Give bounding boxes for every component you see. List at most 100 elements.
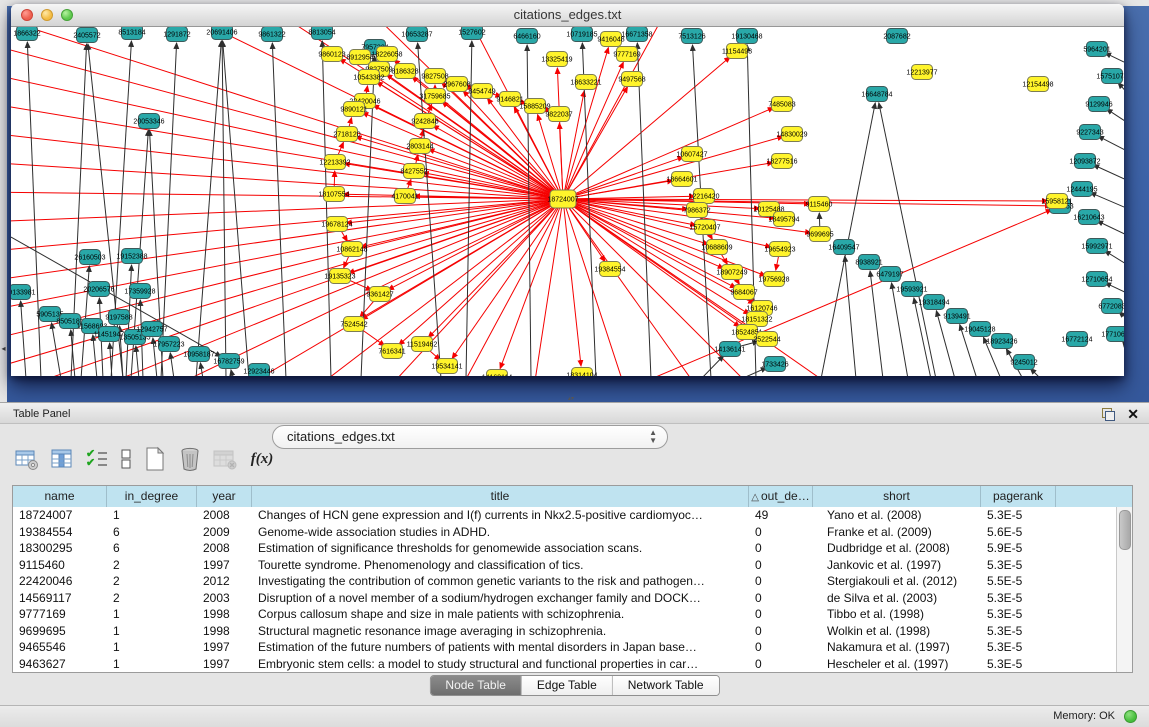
table-row[interactable]: 1456911722003Disruption of a novel membe… xyxy=(13,590,1117,607)
cell-in_degree[interactable]: 1 xyxy=(107,639,197,656)
cell-year[interactable]: 1997 xyxy=(197,639,252,656)
cell-pagerank[interactable]: 5.6E-5 xyxy=(981,524,1056,541)
cell-name[interactable]: 18300295 xyxy=(13,540,107,557)
tab-network-table[interactable]: Network Table xyxy=(613,676,719,695)
column-header-year[interactable]: year xyxy=(197,486,252,507)
cell-in_degree[interactable]: 2 xyxy=(107,590,197,607)
cell-name[interactable]: 9699695 xyxy=(13,623,107,640)
graph-edge[interactable] xyxy=(1097,221,1124,237)
network-graph-canvas[interactable]: 1866322240557285131841291872206914069861… xyxy=(11,27,1124,376)
graph-edge[interactable] xyxy=(557,68,563,199)
graph-edge[interactable] xyxy=(196,41,221,376)
table-row[interactable]: 1938455462009Genome-wide association stu… xyxy=(13,524,1117,541)
cell-in_degree[interactable]: 2 xyxy=(107,557,197,574)
cell-pagerank[interactable]: 5.3E-5 xyxy=(981,656,1056,673)
cell-name[interactable]: 9465546 xyxy=(13,639,107,656)
zoom-window-button[interactable] xyxy=(61,9,73,21)
graph-edge[interactable] xyxy=(11,192,563,199)
minimize-window-button[interactable] xyxy=(41,9,53,21)
graph-edge[interactable] xyxy=(21,301,26,376)
cell-title[interactable]: Investigating the contribution of common… xyxy=(252,573,749,590)
cell-title[interactable]: Embryonic stem cells: a model to study s… xyxy=(252,656,749,673)
cell-title[interactable]: Disruption of a novel member of a sodium… xyxy=(252,590,749,607)
table-panel-header[interactable]: Table Panel ✕ xyxy=(0,402,1149,424)
graph-edge[interactable] xyxy=(110,343,112,376)
graph-edge[interactable] xyxy=(1098,136,1124,153)
cell-name[interactable]: 9115460 xyxy=(13,557,107,574)
cell-pagerank[interactable]: 5.3E-5 xyxy=(981,557,1056,574)
scrollbar-thumb[interactable] xyxy=(1119,510,1131,550)
tab-node-table[interactable]: Node Table xyxy=(430,676,522,695)
cell-name[interactable]: 9777169 xyxy=(13,606,107,623)
cell-year[interactable]: 1998 xyxy=(197,606,252,623)
cell-in_degree[interactable]: 1 xyxy=(107,507,197,524)
cell-in_degree[interactable]: 1 xyxy=(107,606,197,623)
graph-edge[interactable] xyxy=(1123,341,1124,352)
column-header-title[interactable]: title xyxy=(252,486,749,507)
cell-title[interactable]: Corpus callosum shape and size in male p… xyxy=(252,606,749,623)
cell-pagerank[interactable]: 5.3E-5 xyxy=(981,639,1056,656)
cell-pagerank[interactable]: 5.3E-5 xyxy=(981,507,1056,524)
cell-year[interactable]: 2008 xyxy=(197,540,252,557)
network-graph[interactable]: 1866322240557285131841291872206914069861… xyxy=(11,27,1124,376)
graph-edge[interactable] xyxy=(1090,193,1124,210)
table-row[interactable]: 946554611997Estimation of the future num… xyxy=(13,639,1117,656)
graph-edge[interactable] xyxy=(845,256,856,376)
cell-short[interactable]: de Silva et al. (2003) xyxy=(813,590,981,607)
graph-edge[interactable] xyxy=(1105,53,1124,62)
graph-edge[interactable] xyxy=(1093,165,1124,182)
cell-year[interactable]: 1998 xyxy=(197,623,252,640)
table-settings-icon[interactable] xyxy=(14,446,40,472)
cell-pagerank[interactable]: 5.3E-5 xyxy=(981,623,1056,640)
graph-edge[interactable] xyxy=(52,323,61,376)
cell-out_degree[interactable]: 0 xyxy=(749,590,813,607)
graph-edge[interactable] xyxy=(27,42,41,376)
graph-edge[interactable] xyxy=(1105,283,1124,295)
delete-column-icon[interactable] xyxy=(177,446,203,472)
cell-short[interactable]: Stergiakouli et al. (2012) xyxy=(813,573,981,590)
column-header-short[interactable]: short xyxy=(813,486,981,507)
cell-short[interactable]: Hescheler et al. (1997) xyxy=(813,656,981,673)
delete-table-icon[interactable] xyxy=(212,446,238,472)
pane-collapse-arrow-icon[interactable]: ◂ xyxy=(0,344,7,354)
cell-year[interactable]: 2008 xyxy=(197,507,252,524)
graph-edge[interactable] xyxy=(1107,109,1124,125)
graph-edge[interactable] xyxy=(701,355,724,376)
new-column-icon[interactable] xyxy=(142,446,168,472)
table-row[interactable]: 1830029562008Estimation of significance … xyxy=(13,540,1117,557)
cell-short[interactable]: Wolkin et al. (1998) xyxy=(813,623,981,640)
graph-edge[interactable] xyxy=(93,335,97,376)
cell-short[interactable]: Yano et al. (2008) xyxy=(813,507,981,524)
tab-edge-table[interactable]: Edge Table xyxy=(522,676,613,695)
cell-title[interactable]: Estimation of the future numbers of pati… xyxy=(252,639,749,656)
graph-edge[interactable] xyxy=(563,87,628,199)
cell-name[interactable]: 22420046 xyxy=(13,573,107,590)
cell-year[interactable]: 1997 xyxy=(197,557,252,574)
cell-short[interactable]: Jankovic et al. (1997) xyxy=(813,557,981,574)
cell-out_degree[interactable]: 49 xyxy=(749,507,813,524)
graph-edge[interactable] xyxy=(222,41,226,376)
memory-ok-indicator[interactable] xyxy=(1124,710,1137,723)
cell-title[interactable]: Structural magnetic resonance image aver… xyxy=(252,623,749,640)
graph-edge[interactable] xyxy=(11,199,563,282)
graph-edge[interactable] xyxy=(879,103,936,376)
cell-title[interactable]: Changes of HCN gene expression and I(f) … xyxy=(252,507,749,524)
graph-edge[interactable] xyxy=(428,199,563,338)
cell-short[interactable]: Franke et al. (2009) xyxy=(813,524,981,541)
cell-out_degree[interactable]: 0 xyxy=(749,656,813,673)
graph-edge[interactable] xyxy=(223,41,249,376)
cell-in_degree[interactable]: 2 xyxy=(107,573,197,590)
node-table[interactable]: namein_degreeyeartitle△out_de…shortpager… xyxy=(12,485,1133,673)
cell-out_degree[interactable]: 0 xyxy=(749,623,813,640)
cell-short[interactable]: Tibbo et al. (1998) xyxy=(813,606,981,623)
graph-edge[interactable] xyxy=(200,363,203,376)
graph-edge[interactable] xyxy=(346,199,563,223)
graph-edge[interactable] xyxy=(870,271,883,376)
cell-year[interactable]: 2009 xyxy=(197,524,252,541)
graph-edge[interactable] xyxy=(531,199,563,376)
cell-out_degree[interactable]: 0 xyxy=(749,524,813,541)
graph-edge[interactable] xyxy=(170,353,174,376)
column-header-pagerank[interactable]: pagerank xyxy=(981,486,1056,507)
cell-name[interactable]: 14569117 xyxy=(13,590,107,607)
cell-pagerank[interactable]: 5.5E-5 xyxy=(981,573,1056,590)
